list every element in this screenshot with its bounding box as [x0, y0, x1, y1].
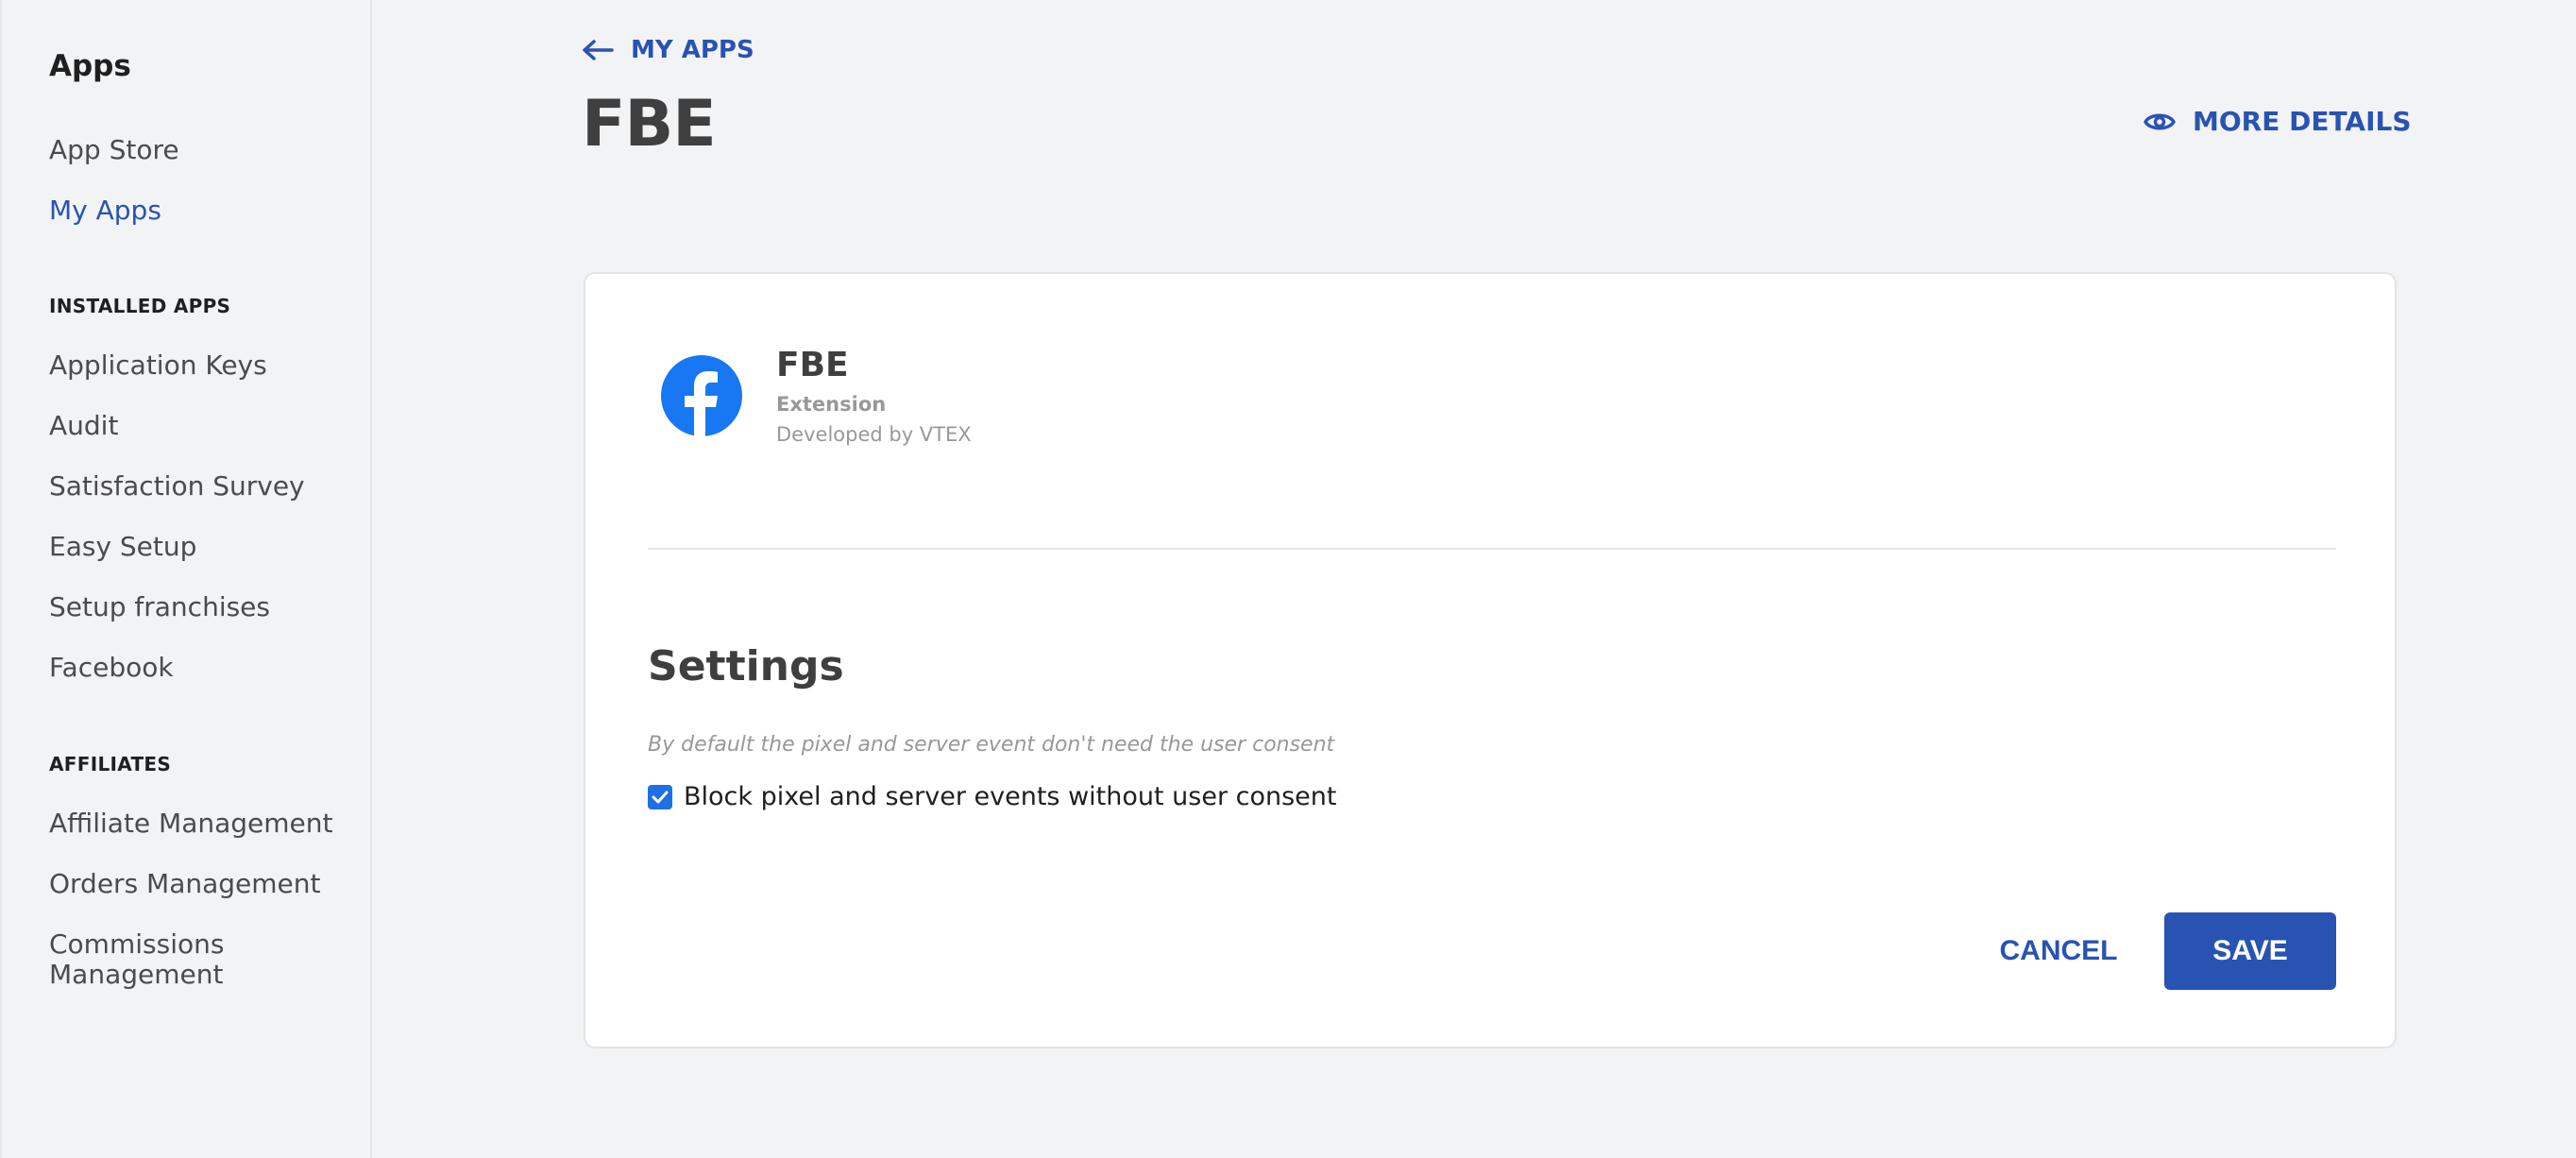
sidebar-item-my-apps[interactable]: My Apps — [49, 196, 161, 226]
sidebar-item-app-store[interactable]: App Store — [49, 135, 179, 165]
sidebar-item-label: Commissions — [49, 928, 225, 960]
facebook-logo-icon — [661, 355, 742, 436]
sidebar-item-application-keys[interactable]: Application Keys — [49, 350, 267, 381]
sidebar-item-setup-franchises[interactable]: Setup franchises — [49, 592, 270, 622]
sidebar-section-installed-apps: INSTALLED APPS — [49, 295, 231, 317]
app-type: Extension — [776, 393, 887, 416]
sidebar-item-audit[interactable]: Audit — [49, 411, 118, 441]
more-details-button[interactable]: MORE DETAILS — [2144, 106, 2412, 137]
sidebar-title: Apps — [49, 49, 131, 83]
arrow-left-icon — [583, 40, 614, 60]
checkmark-icon — [652, 791, 669, 803]
divider — [648, 548, 2336, 550]
sidebar-item-satisfaction-survey[interactable]: Satisfaction Survey — [49, 471, 305, 502]
eye-icon — [2144, 113, 2176, 129]
settings-hint: By default the pixel and server event do… — [648, 733, 1335, 757]
block-events-checkbox[interactable] — [648, 784, 672, 809]
page-title: FBE — [582, 87, 717, 162]
sidebar-item-easy-setup[interactable]: Easy Setup — [49, 532, 196, 562]
block-events-checkbox-row[interactable]: Block pixel and server events without us… — [648, 782, 1336, 811]
block-events-checkbox-label: Block pixel and server events without us… — [684, 782, 1337, 811]
sidebar-item-orders-management[interactable]: Orders Management — [49, 869, 321, 899]
back-link-label: MY APPS — [631, 36, 754, 64]
sidebar-item-label: Management — [49, 959, 224, 990]
app-name: FBE — [776, 346, 849, 384]
sidebar-item-commissions-management[interactable]: Commissions Management — [49, 929, 224, 990]
app-developer: Developed by VTEX — [776, 423, 972, 446]
more-details-label: MORE DETAILS — [2193, 106, 2412, 137]
app-settings-card: FBE Extension Developed by VTEX Settings… — [584, 272, 2397, 1048]
save-button[interactable]: SAVE — [2164, 912, 2336, 990]
back-to-my-apps-link[interactable]: MY APPS — [582, 36, 754, 64]
sidebar-section-affiliates: AFFILIATES — [49, 753, 172, 775]
sidebar-item-affiliate-management[interactable]: Affiliate Management — [49, 809, 333, 839]
settings-title: Settings — [648, 642, 844, 690]
sidebar-item-facebook[interactable]: Facebook — [49, 653, 174, 683]
cancel-button[interactable]: CANCEL — [1983, 912, 2134, 990]
sidebar: Apps App Store My Apps INSTALLED APPS Ap… — [0, 0, 372, 1158]
